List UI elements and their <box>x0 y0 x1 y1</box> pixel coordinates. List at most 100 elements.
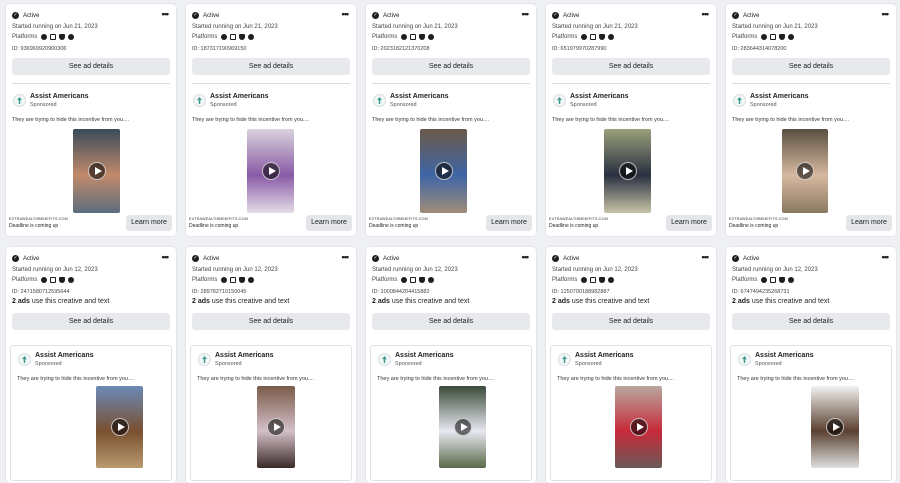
ad-id: ID: 1250700188982887 <box>552 289 610 295</box>
ad-card: ✓ Active ••• Started running on Jun 21, 202… <box>546 4 716 236</box>
page-name[interactable]: Assist Americans <box>755 352 814 359</box>
play-icon[interactable] <box>261 162 280 180</box>
play-icon[interactable] <box>267 418 285 436</box>
audience-network-icon <box>599 34 606 40</box>
more-options-icon[interactable]: ••• <box>702 252 710 262</box>
page-name[interactable]: Assist Americans <box>570 93 629 100</box>
learn-more-button[interactable]: Learn more <box>306 215 352 231</box>
play-icon[interactable] <box>434 162 453 180</box>
page-avatar[interactable] <box>373 94 386 107</box>
page-avatar[interactable] <box>13 94 26 107</box>
play-icon[interactable] <box>110 418 129 436</box>
platforms-row: Platforms <box>732 34 795 40</box>
play-icon[interactable] <box>453 418 472 436</box>
see-ad-details-button[interactable]: See ad details <box>372 313 530 330</box>
play-icon[interactable] <box>826 418 844 436</box>
instagram-icon <box>230 34 237 40</box>
see-ad-details-button[interactable]: See ad details <box>732 58 890 75</box>
see-ad-details-button[interactable]: See ad details <box>192 58 350 75</box>
page-name[interactable]: Assist Americans <box>215 352 274 359</box>
page-avatar[interactable] <box>18 353 31 366</box>
page-avatar[interactable] <box>553 94 566 107</box>
ad-video-thumbnail[interactable] <box>96 386 143 468</box>
learn-more-button[interactable]: Learn more <box>126 215 172 231</box>
page-avatar[interactable] <box>198 353 211 366</box>
page-avatar[interactable] <box>733 94 746 107</box>
facebook-icon <box>41 277 48 283</box>
divider <box>12 83 170 84</box>
ad-id: ID: 283644314078200 <box>732 46 787 52</box>
messenger-icon <box>608 277 615 283</box>
status-badge: ✓ Active <box>372 12 399 19</box>
ad-video-thumbnail[interactable] <box>420 129 467 213</box>
ad-body-text: They are trying to hide this incentive f… <box>12 117 130 123</box>
ad-video-thumbnail[interactable] <box>615 386 662 468</box>
page-name[interactable]: Assist Americans <box>390 93 449 100</box>
ads-count: 2 ads <box>12 298 30 305</box>
ad-preview: Assist Americans Sponsored They are tryi… <box>546 87 716 236</box>
platforms-label: Platforms <box>732 34 758 40</box>
page-name[interactable]: Assist Americans <box>30 93 89 100</box>
play-icon[interactable] <box>629 418 648 436</box>
page-name[interactable]: Assist Americans <box>35 352 94 359</box>
usage-label: use this creative and text <box>31 298 110 305</box>
page-name[interactable]: Assist Americans <box>210 93 269 100</box>
more-options-icon[interactable]: ••• <box>702 9 710 19</box>
status-label: Active <box>743 255 760 262</box>
instagram-icon <box>410 277 417 283</box>
page-name[interactable]: Assist Americans <box>575 352 634 359</box>
more-options-icon[interactable]: ••• <box>522 252 530 262</box>
play-icon[interactable] <box>87 162 106 180</box>
ad-video-thumbnail[interactable] <box>73 129 120 213</box>
platforms-label: Platforms <box>192 34 218 40</box>
status-badge: ✓ Active <box>732 255 759 262</box>
ad-body-text: They are trying to hide this incentive f… <box>372 117 490 123</box>
ad-body-text: They are trying to hide this incentive f… <box>552 117 670 123</box>
more-options-icon[interactable]: ••• <box>882 252 890 262</box>
ad-video-thumbnail[interactable] <box>811 386 859 468</box>
see-ad-details-button[interactable]: See ad details <box>12 313 170 330</box>
see-ad-details-button[interactable]: See ad details <box>552 58 710 75</box>
page-name[interactable]: Assist Americans <box>395 352 454 359</box>
ad-id: ID: 936969920900306 <box>12 46 67 52</box>
learn-more-button[interactable]: Learn more <box>486 215 532 231</box>
see-ad-details-button[interactable]: See ad details <box>192 313 350 330</box>
page-avatar[interactable] <box>558 353 571 366</box>
ad-video-thumbnail[interactable] <box>439 386 486 468</box>
ad-video-thumbnail[interactable] <box>257 386 295 468</box>
status-label: Active <box>563 12 580 19</box>
see-ad-details-button[interactable]: See ad details <box>552 313 710 330</box>
ad-video-thumbnail[interactable] <box>782 129 828 213</box>
ads-count: 2 ads <box>552 298 570 305</box>
ad-card: ✓ Active ••• Started running on Jun 12, 202… <box>726 247 896 483</box>
more-options-icon[interactable]: ••• <box>522 9 530 19</box>
sponsored-label: Sponsored <box>35 361 62 367</box>
more-options-icon[interactable]: ••• <box>162 252 170 262</box>
see-ad-details-button[interactable]: See ad details <box>372 58 530 75</box>
learn-more-button[interactable]: Learn more <box>666 215 712 231</box>
link-domain: EXTRAWEALTHBENEFITS.COM <box>9 217 68 221</box>
instagram-icon <box>590 277 597 283</box>
ad-video-thumbnail[interactable] <box>247 129 294 213</box>
more-options-icon[interactable]: ••• <box>342 9 350 19</box>
ad-id: ID: 187317190969150 <box>192 46 247 52</box>
page-avatar[interactable] <box>193 94 206 107</box>
sponsored-label: Sponsored <box>755 361 782 367</box>
messenger-icon <box>248 277 255 283</box>
play-icon[interactable] <box>618 162 637 180</box>
play-icon[interactable] <box>796 162 814 180</box>
more-options-icon[interactable]: ••• <box>882 9 890 19</box>
more-options-icon[interactable]: ••• <box>162 9 170 19</box>
page-name[interactable]: Assist Americans <box>750 93 809 100</box>
started-running-text: Started running on Jun 21, 2023 <box>12 24 98 30</box>
ad-video-thumbnail[interactable] <box>604 129 651 213</box>
started-running-text: Started running on Jun 21, 2023 <box>552 24 638 30</box>
learn-more-button[interactable]: Learn more <box>846 215 892 231</box>
more-options-icon[interactable]: ••• <box>342 252 350 262</box>
see-ad-details-button[interactable]: See ad details <box>12 58 170 75</box>
see-ad-details-button[interactable]: See ad details <box>732 313 890 330</box>
check-circle-icon: ✓ <box>192 12 199 19</box>
platforms-row: Platforms <box>552 277 615 283</box>
page-avatar[interactable] <box>738 353 751 366</box>
page-avatar[interactable] <box>378 353 391 366</box>
